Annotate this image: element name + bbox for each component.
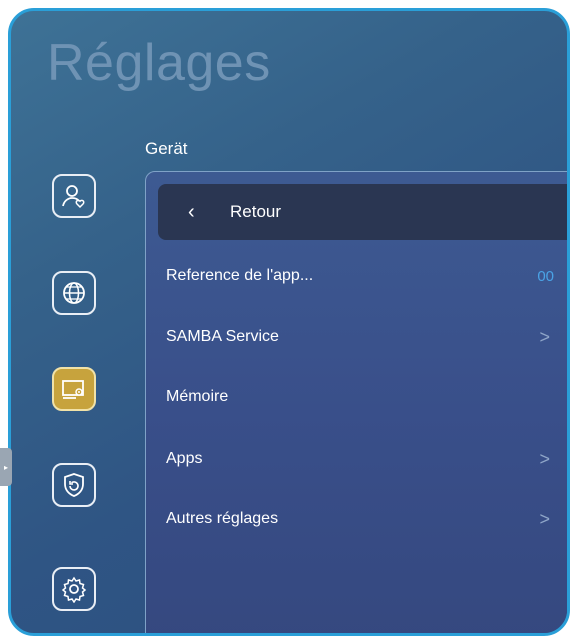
section-title: Gerät <box>145 139 188 158</box>
sidebar-item-user[interactable] <box>52 174 96 218</box>
sidebar-item-system[interactable] <box>52 567 96 611</box>
sidebar-expand-handle[interactable]: ▸ <box>0 448 12 486</box>
back-button[interactable]: ‹ Retour <box>158 184 567 240</box>
chevron-right-icon: > <box>539 508 550 529</box>
shield-icon <box>64 473 84 497</box>
page-title: Réglages <box>47 34 271 92</box>
device-settings-icon <box>62 380 84 399</box>
menu-item-label: Mémoire <box>166 388 229 405</box>
menu-item-label: Apps <box>166 450 203 467</box>
chevron-right-icon: ▸ <box>3 462 8 472</box>
menu-item-label: Autres réglages <box>166 510 279 527</box>
sidebar-item-device[interactable] <box>52 367 96 411</box>
sidebar-item-network[interactable] <box>52 271 96 315</box>
menu-item-apps[interactable]: Apps > <box>166 444 556 474</box>
menu-item-autres-reglages[interactable]: Autres réglages > <box>166 504 556 534</box>
menu-item-memoire[interactable]: Mémoire <box>166 382 556 412</box>
settings-panel: ‹ Retour Reference de l'app... 00 SAMBA … <box>145 171 567 633</box>
menu-item-label: Reference de l'app... <box>166 267 314 284</box>
settings-window: Réglages Gerät ‹ Retour Reference de l'a… <box>8 8 570 636</box>
menu-item-app-reference[interactable]: Reference de l'app... 00 <box>166 261 556 291</box>
back-label: Retour <box>230 202 282 221</box>
chevron-right-icon: > <box>539 448 550 469</box>
menu-item-value: 00 <box>537 267 554 285</box>
gear-icon <box>61 576 87 603</box>
sidebar-item-security[interactable] <box>52 463 96 507</box>
menu-item-samba-service[interactable]: SAMBA Service > <box>166 322 556 352</box>
chevron-right-icon: > <box>539 326 550 347</box>
globe-icon <box>63 282 85 304</box>
menu-item-label: SAMBA Service <box>166 328 279 345</box>
user-heart-icon <box>62 185 85 209</box>
chevron-left-icon: ‹ <box>188 200 195 223</box>
